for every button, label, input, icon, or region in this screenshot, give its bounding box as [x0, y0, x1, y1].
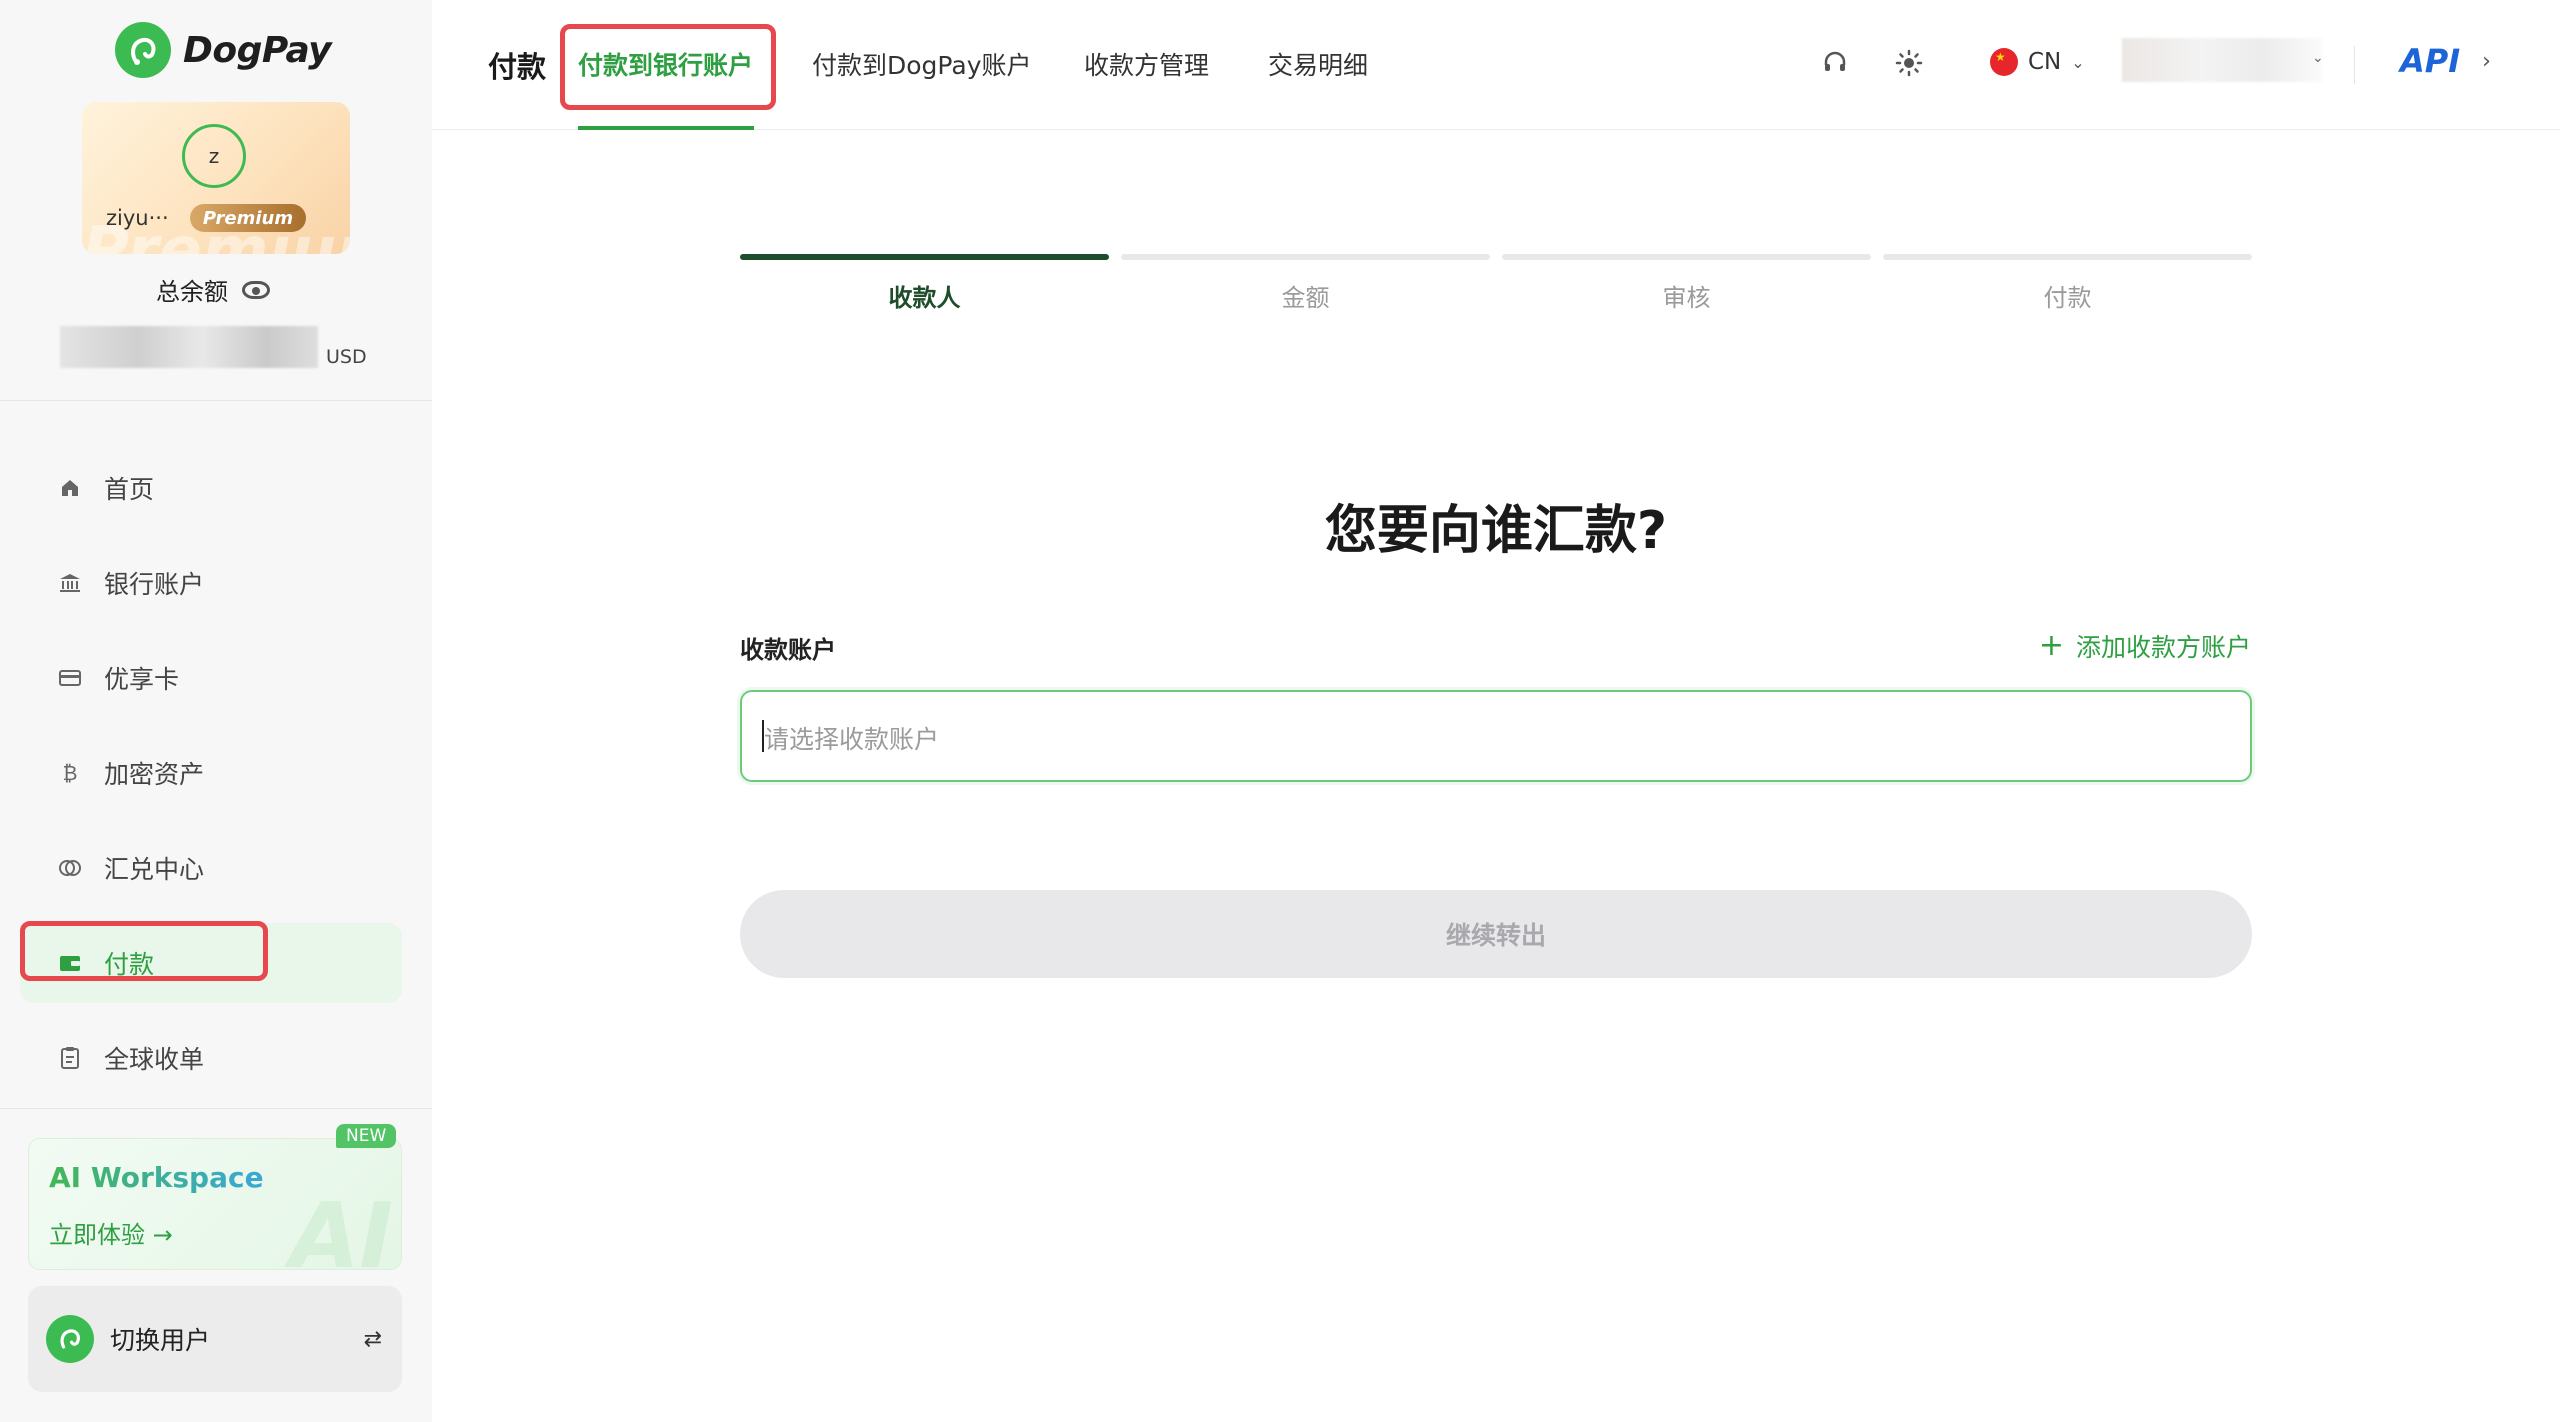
step-label: 金额 — [1281, 284, 1330, 312]
tab-pay-to-dogpay[interactable]: 付款到DogPay账户 — [812, 46, 1031, 82]
ai-watermark: AI — [289, 1184, 393, 1270]
theme-sun-icon[interactable] — [1892, 46, 1926, 80]
premium-badge: Premium — [190, 204, 306, 232]
sidebar-divider — [0, 1108, 432, 1109]
balance-currency: USD — [326, 346, 367, 368]
logo[interactable]: DogPay — [115, 22, 332, 78]
swap-icon: ⇄ — [363, 1326, 382, 1352]
api-link[interactable]: API › — [2400, 42, 2491, 80]
tab-payee-management[interactable]: 收款方管理 — [1084, 46, 1209, 82]
china-flag-icon — [1990, 48, 2018, 76]
sidebar-item-bank-account[interactable]: 银行账户 — [20, 543, 402, 623]
user-card[interactable]: Premium z ziyu··· Premium — [82, 102, 350, 254]
eye-icon[interactable] — [242, 280, 270, 299]
step-pay: 付款 — [1883, 254, 2252, 313]
sidebar-item-card[interactable]: 优享卡 — [20, 638, 402, 718]
active-tab-indicator — [578, 126, 754, 130]
blurred-user-menu[interactable] — [2122, 38, 2322, 82]
payee-account-label: 收款账户 — [740, 636, 836, 664]
chevron-right-icon: › — [2482, 48, 2491, 74]
sidebar-item-payment[interactable]: 付款 — [20, 921, 402, 1003]
ai-workspace-card[interactable]: AI AI Workspace 立即体验 → — [28, 1138, 402, 1270]
switch-user-label: 切换用户 — [110, 1326, 211, 1355]
sidebar-item-label: 全球收单 — [104, 1045, 205, 1074]
sidebar-item-label: 汇兑中心 — [104, 855, 205, 884]
chevron-down-icon: ⌄ — [2312, 50, 2324, 66]
bank-icon — [58, 571, 82, 595]
sidebar: DogPay Premium z ziyu··· Premium 总余额 USD… — [0, 0, 432, 1422]
api-label: API — [2400, 42, 2461, 80]
add-payee-account-link[interactable]: + 添加收款方账户 — [2039, 628, 2251, 664]
sidebar-item-crypto[interactable]: ₿ 加密资产 — [20, 733, 402, 813]
main-heading: 您要向谁汇款? — [1324, 501, 1668, 561]
dogpay-logo-icon — [115, 22, 171, 78]
step-bar — [1121, 254, 1490, 260]
payee-account-select[interactable]: 请选择收款账户 — [740, 690, 2252, 782]
add-payee-account-label: 添加收款方账户 — [2075, 633, 2251, 662]
bitcoin-icon: ₿ — [62, 760, 78, 785]
home-icon — [58, 476, 82, 500]
page-title: 付款 — [488, 50, 547, 84]
dogpay-logo-icon — [46, 1315, 94, 1363]
step-review: 审核 — [1502, 254, 1871, 313]
ai-workspace-title: AI Workspace — [49, 1161, 264, 1194]
headset-icon[interactable] — [1818, 46, 1852, 80]
blurred-balance — [60, 326, 318, 368]
sidebar-divider — [0, 400, 432, 401]
clipboard-icon — [58, 1046, 82, 1070]
sidebar-item-home[interactable]: 首页 — [20, 448, 402, 528]
highlight-annotation — [20, 921, 268, 981]
logo-text: DogPay — [183, 29, 332, 71]
tab-transactions[interactable]: 交易明细 — [1268, 46, 1368, 82]
username: ziyu··· — [106, 206, 169, 230]
total-balance-label: 总余额 — [156, 272, 270, 307]
sidebar-nav: 首页 银行账户 优享卡 ₿ 加密资产 汇兑中心 付款 全球收单 — [20, 448, 402, 1113]
step-label: 收款人 — [888, 284, 961, 312]
sidebar-item-acquiring[interactable]: 全球收单 — [20, 1018, 402, 1098]
sidebar-item-exchange[interactable]: 汇兑中心 — [20, 828, 402, 908]
step-amount: 金额 — [1121, 254, 1490, 313]
sidebar-item-label: 银行账户 — [104, 570, 205, 599]
switch-user-button[interactable]: 切换用户 ⇄ — [28, 1286, 402, 1392]
continue-button[interactable]: 继续转出 — [740, 890, 2252, 978]
step-bar — [1502, 254, 1871, 260]
plus-icon: + — [2038, 628, 2064, 663]
step-label: 付款 — [2043, 284, 2092, 312]
ai-workspace-cta[interactable]: 立即体验 → — [49, 1215, 173, 1250]
balance-label-text: 总余额 — [156, 278, 228, 306]
balance-value: USD — [60, 326, 367, 368]
sidebar-item-label: 首页 — [104, 475, 155, 504]
chevron-down-icon: ⌄ — [2071, 52, 2085, 72]
card-icon — [58, 666, 82, 690]
exchange-icon — [58, 856, 82, 880]
new-badge: NEW — [336, 1124, 397, 1148]
avatar: z — [182, 124, 246, 188]
sidebar-item-label: 优享卡 — [104, 665, 180, 694]
highlight-annotation — [560, 24, 776, 110]
sidebar-item-label: 加密资产 — [104, 760, 205, 789]
step-bar — [740, 254, 1109, 260]
payee-account-placeholder: 请选择收款账户 — [764, 725, 940, 754]
language-selector[interactable]: CN ⌄ — [1990, 48, 2085, 76]
progress-steps: 收款人 金额 审核 付款 — [740, 254, 2252, 313]
step-payee: 收款人 — [740, 254, 1109, 313]
step-bar — [1883, 254, 2252, 260]
step-label: 审核 — [1662, 284, 1711, 312]
language-code: CN — [2028, 49, 2062, 75]
header-divider — [2354, 46, 2355, 84]
top-bar: 付款 付款到银行账户 付款到DogPay账户 收款方管理 交易明细 CN ⌄ ⌄… — [432, 0, 2560, 130]
